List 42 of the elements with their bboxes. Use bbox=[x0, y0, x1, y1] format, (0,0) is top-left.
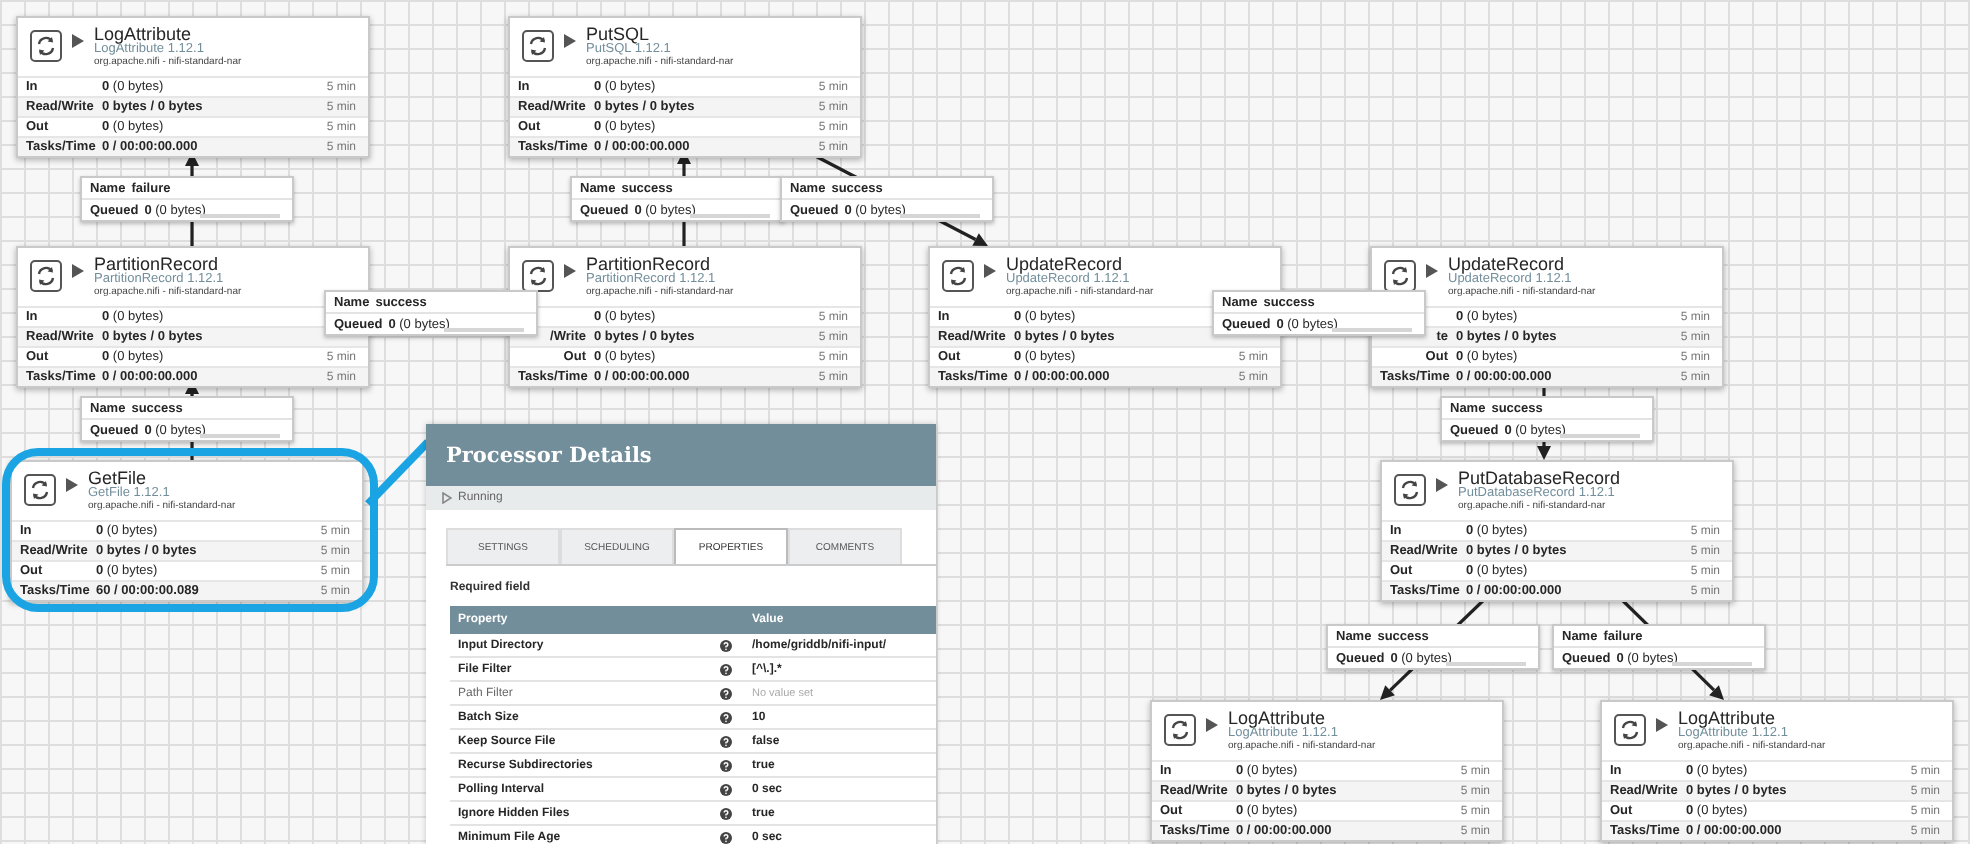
play-icon bbox=[1426, 264, 1438, 278]
processor-name: LogAttribute bbox=[94, 26, 192, 44]
processor-name: PutDatabaseRecord bbox=[1458, 470, 1621, 488]
panel-title: Processor Details bbox=[446, 443, 652, 467]
help-icon[interactable] bbox=[720, 759, 732, 771]
help-icon[interactable] bbox=[720, 663, 732, 675]
processor-name: UpdateRecord bbox=[1006, 256, 1123, 274]
processor-icon bbox=[522, 260, 554, 292]
processor-name: PartitionRecord bbox=[586, 256, 711, 274]
play-icon bbox=[1436, 478, 1448, 492]
processor-icon bbox=[30, 30, 62, 62]
processor-name: PutSQL bbox=[586, 26, 650, 44]
help-icon[interactable] bbox=[720, 639, 732, 651]
play-icon bbox=[442, 492, 452, 504]
help-icon[interactable] bbox=[720, 711, 732, 723]
help-icon[interactable] bbox=[720, 735, 732, 747]
processor-icon bbox=[522, 30, 554, 62]
play-icon bbox=[1656, 718, 1668, 732]
processor-name: PartitionRecord bbox=[94, 256, 219, 274]
play-icon bbox=[72, 264, 84, 278]
processor-icon bbox=[24, 474, 56, 506]
help-icon[interactable] bbox=[720, 831, 732, 843]
play-icon bbox=[564, 34, 576, 48]
processor-icon bbox=[1164, 714, 1196, 746]
processor-name: GetFile bbox=[88, 470, 147, 488]
processor-name: LogAttribute bbox=[1678, 710, 1776, 728]
processor-icon bbox=[1384, 260, 1416, 292]
callout-line bbox=[365, 439, 431, 507]
play-icon bbox=[72, 34, 84, 48]
processor-name: LogAttribute bbox=[1228, 710, 1326, 728]
help-icon[interactable] bbox=[720, 687, 732, 699]
play-icon bbox=[984, 264, 996, 278]
play-icon bbox=[564, 264, 576, 278]
processor-icon bbox=[942, 260, 974, 292]
help-icon[interactable] bbox=[720, 807, 732, 819]
processor-icon bbox=[1614, 714, 1646, 746]
play-icon bbox=[66, 478, 78, 492]
help-icon[interactable] bbox=[720, 783, 732, 795]
processor-icon bbox=[30, 260, 62, 292]
processor-icon bbox=[1394, 474, 1426, 506]
play-icon bbox=[1206, 718, 1218, 732]
processor-name: UpdateRecord bbox=[1448, 256, 1565, 274]
